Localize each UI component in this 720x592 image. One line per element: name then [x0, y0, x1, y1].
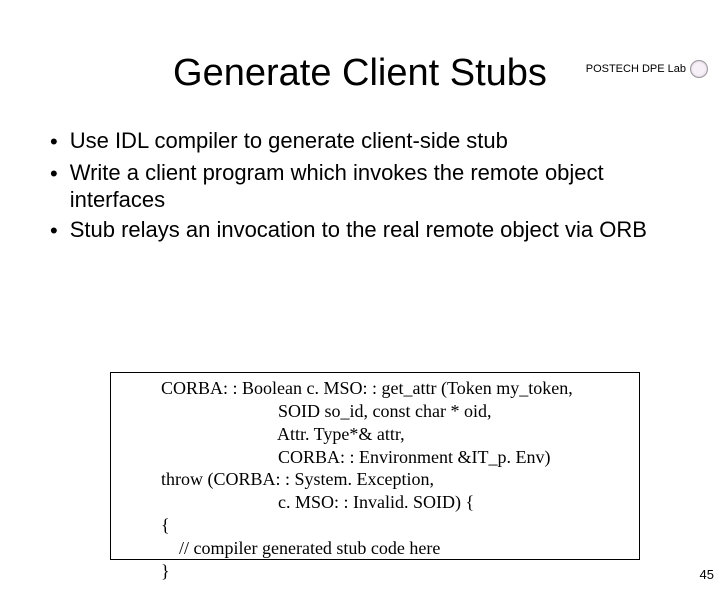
slide-header: POSTECH DPE Lab — [586, 60, 708, 78]
bullet-list: • Use IDL compiler to generate client-si… — [50, 127, 670, 245]
list-item: • Write a client program which invokes t… — [50, 159, 670, 214]
bullet-text: Use IDL compiler to generate client-side… — [70, 127, 508, 155]
code-line: throw (CORBA: : System. Exception, — [161, 468, 629, 491]
list-item: • Stub relays an invocation to the real … — [50, 216, 670, 246]
bullet-text: Write a client program which invokes the… — [70, 159, 670, 214]
bullet-text: Stub relays an invocation to the real re… — [70, 216, 647, 244]
code-block: CORBA: : Boolean c. MSO: : get_attr (Tok… — [110, 372, 640, 560]
lab-name: POSTECH DPE Lab — [586, 63, 686, 75]
bullet-icon: • — [50, 216, 58, 246]
page-number: 45 — [700, 567, 714, 582]
code-line: c. MSO: : Invalid. SOID) { — [161, 491, 629, 514]
code-line: Attr. Type*& attr, — [161, 423, 629, 446]
list-item: • Use IDL compiler to generate client-si… — [50, 127, 670, 157]
bullet-icon: • — [50, 127, 58, 157]
code-line: } — [161, 560, 629, 583]
bullet-icon: • — [50, 159, 58, 189]
code-line: // compiler generated stub code here — [161, 537, 629, 560]
code-line: SOID so_id, const char * oid, — [161, 400, 629, 423]
lab-logo-icon — [690, 60, 708, 78]
code-line: CORBA: : Environment &IT_p. Env) — [161, 446, 629, 469]
code-line: CORBA: : Boolean c. MSO: : get_attr (Tok… — [161, 377, 629, 400]
code-line: { — [161, 514, 629, 537]
